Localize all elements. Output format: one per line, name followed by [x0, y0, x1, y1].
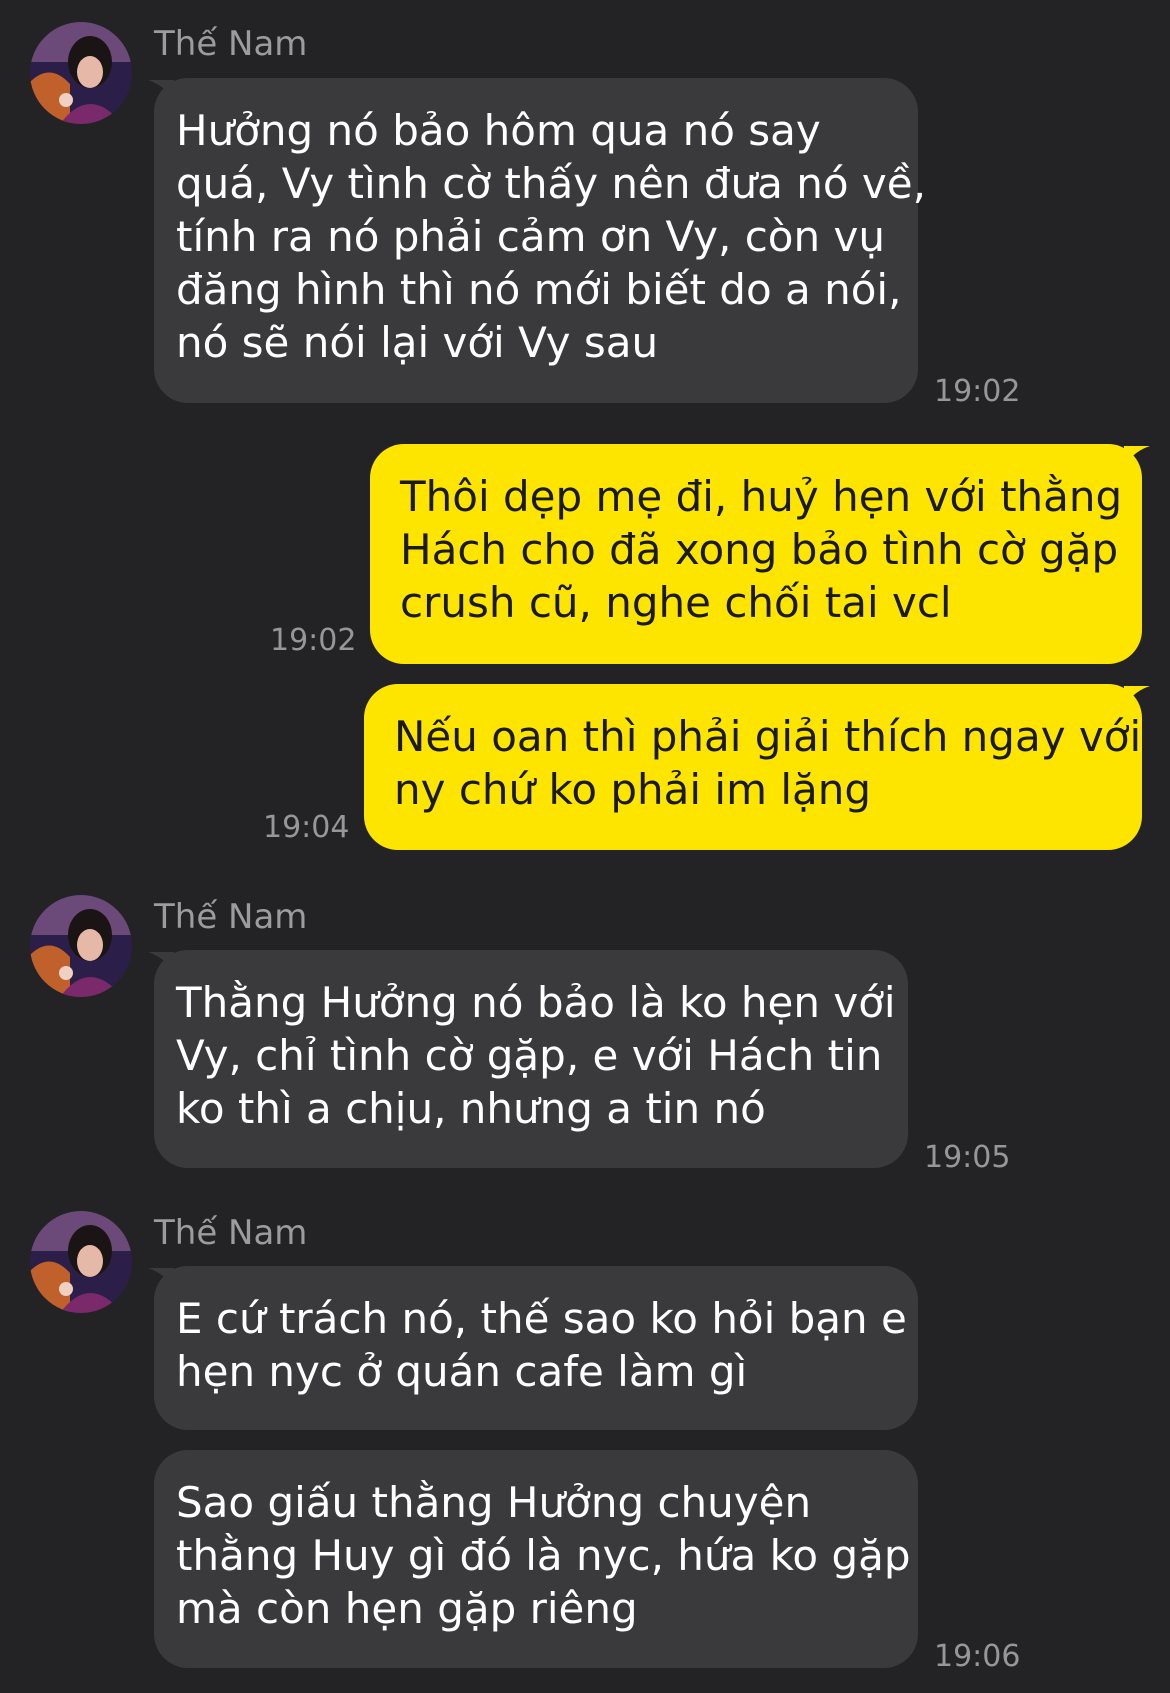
- message-bubble-incoming[interactable]: Sao giấu thằng Hưởng chuyện thằng Huy gì…: [154, 1450, 918, 1668]
- message-text-line: Sao giấu thằng Hưởng chuyện: [176, 1478, 812, 1527]
- message-text-line: Nếu oan thì phải giải thích ngay với: [394, 712, 1142, 761]
- message-bubble-incoming[interactable]: Thằng Hưởng nó bảo là ko hẹn với Vy, chỉ…: [154, 950, 908, 1168]
- message-text-line: Thôi dẹp mẹ đi, huỷ hẹn với thằng: [400, 472, 1123, 521]
- message-timestamp: 19:06: [934, 1639, 1021, 1674]
- message-text-line: mà còn hẹn gặp riêng: [176, 1584, 638, 1633]
- message-timestamp: 19:02: [934, 374, 1021, 409]
- message-text-line: thằng Huy gì đó là nyc, hứa ko gặp: [176, 1531, 911, 1580]
- message-text-line: quá, Vy tình cờ thấy nên đưa nó về,: [176, 159, 926, 208]
- message-text-line: ny chứ ko phải im lặng: [394, 765, 872, 814]
- message-text-line: crush cũ, nghe chối tai vcl: [400, 578, 952, 627]
- message-timestamp: 19:05: [924, 1140, 1011, 1175]
- message-text-line: hẹn nyc ở quán cafe làm gì: [176, 1347, 748, 1396]
- message-text-line: Hưởng nó bảo hôm qua nó say: [176, 106, 821, 155]
- sender-avatar[interactable]: [30, 895, 132, 997]
- avatar-image: [30, 1211, 132, 1313]
- message-text-line: E cứ trách nó, thế sao ko hỏi bạn e: [176, 1294, 907, 1343]
- avatar-image: [30, 895, 132, 997]
- sender-avatar[interactable]: [30, 22, 132, 124]
- sender-name: Thế Nam: [154, 24, 308, 64]
- message-bubble-incoming[interactable]: E cứ trách nó, thế sao ko hỏi bạn e hẹn …: [154, 1266, 918, 1430]
- message-text-line: Hách cho đã xong bảo tình cờ gặp: [400, 525, 1119, 574]
- message-bubble-outgoing[interactable]: Nếu oan thì phải giải thích ngay với ny …: [364, 684, 1142, 850]
- message-bubble-outgoing[interactable]: Thôi dẹp mẹ đi, huỷ hẹn với thằng Hách c…: [370, 444, 1142, 664]
- sender-avatar[interactable]: [30, 1211, 132, 1313]
- avatar-image: [30, 22, 132, 124]
- message-text-line: Vy, chỉ tình cờ gặp, e với Hách tin: [176, 1031, 883, 1080]
- message-text-line: nó sẽ nói lại với Vy sau: [176, 318, 659, 367]
- message-timestamp: 19:04: [263, 810, 350, 845]
- message-text-line: đăng hình thì nó mới biết do a nói,: [176, 265, 902, 314]
- message-timestamp: 19:02: [270, 623, 357, 658]
- message-text-line: Thằng Hưởng nó bảo là ko hẹn với: [176, 978, 896, 1027]
- message-bubble-incoming[interactable]: Hưởng nó bảo hôm qua nó say quá, Vy tình…: [154, 78, 926, 403]
- chat-screen: Thế Nam Hưởng nó bảo hôm qua nó say quá,…: [0, 0, 1170, 1693]
- message-text-line: tính ra nó phải cảm ơn Vy, còn vụ: [176, 212, 885, 261]
- sender-name: Thế Nam: [154, 897, 308, 937]
- sender-name: Thế Nam: [154, 1213, 308, 1253]
- message-text-line: ko thì a chịu, nhưng a tin nó: [176, 1084, 766, 1133]
